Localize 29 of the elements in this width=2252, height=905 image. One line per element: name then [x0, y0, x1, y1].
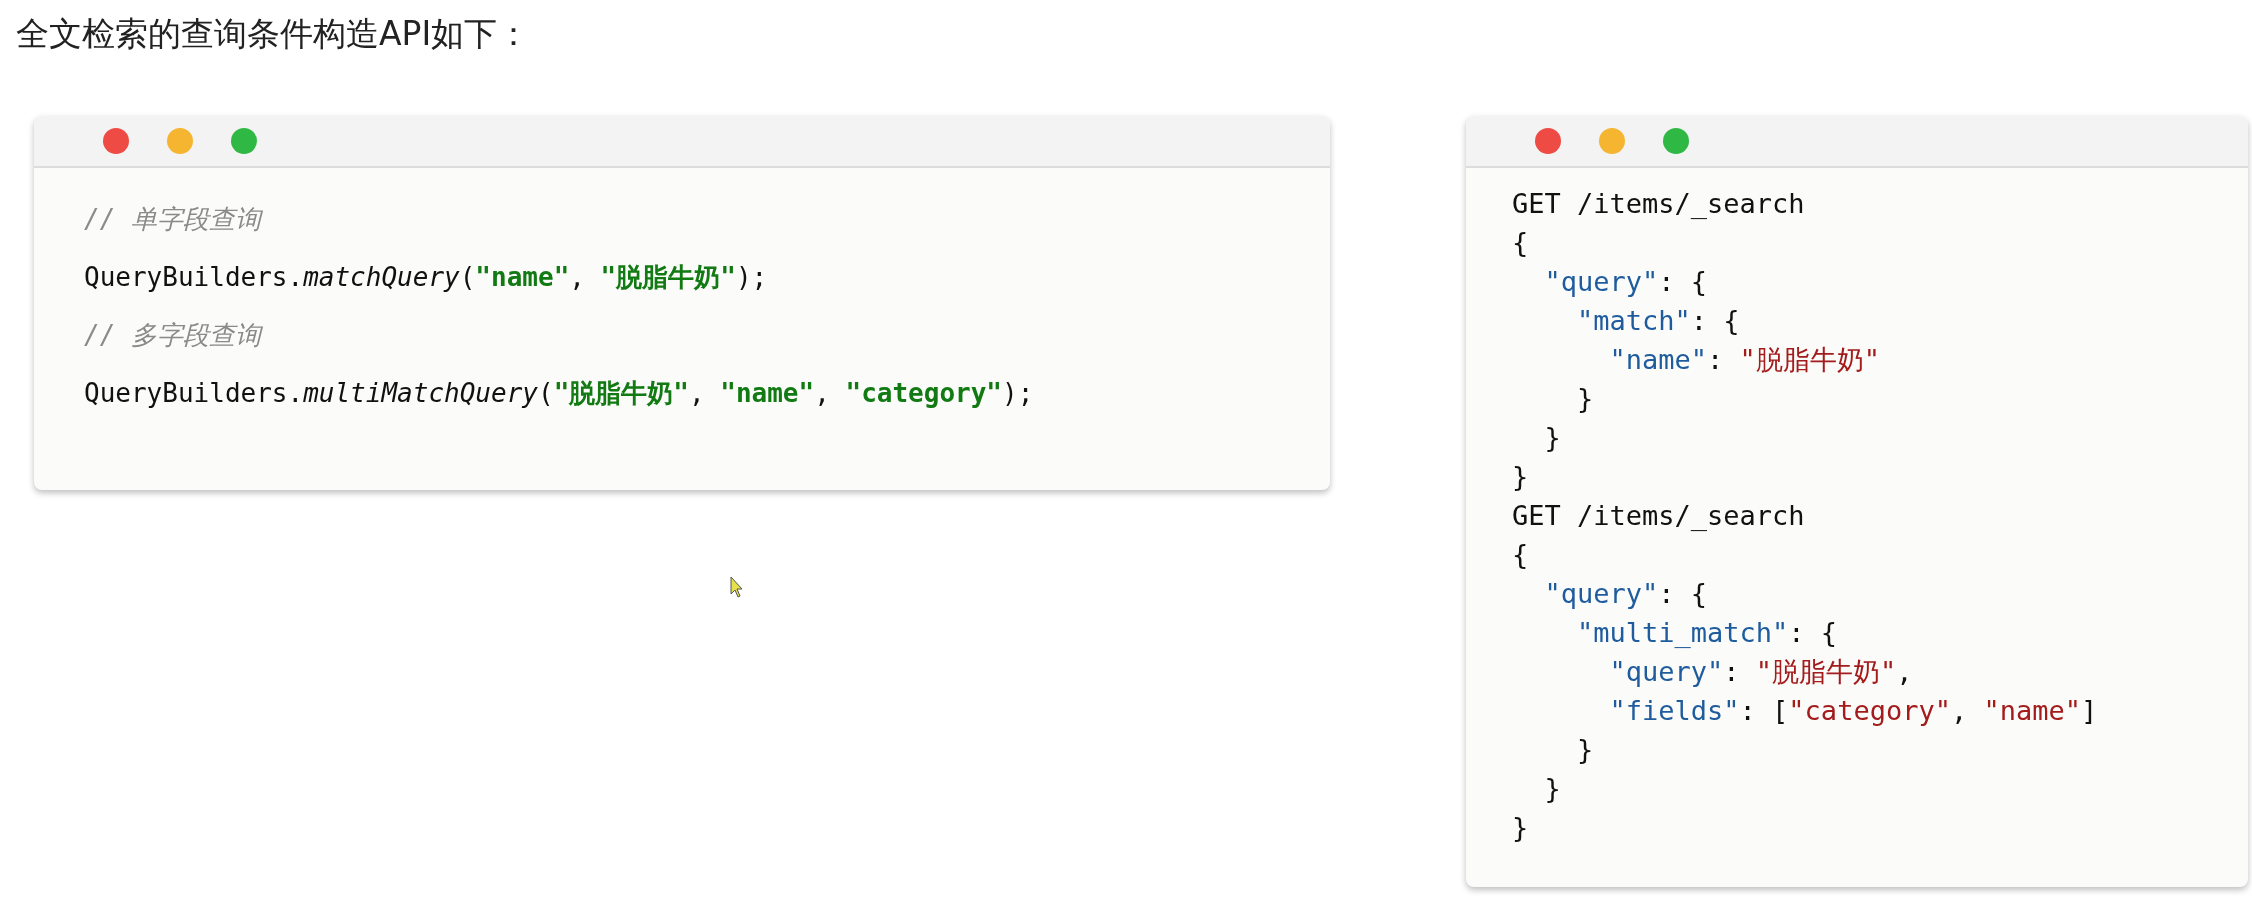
close-button[interactable]	[103, 128, 129, 154]
code-line: GET /items/_search	[1512, 188, 1805, 219]
code-line: }	[1543, 773, 1561, 804]
minimize-button[interactable]	[1599, 128, 1625, 154]
code-line: }	[1512, 812, 1529, 843]
code-line: "name": "脱脂牛奶"	[1608, 344, 1881, 375]
code-line: QueryBuilders.multiMatchQuery("脱脂牛奶", "name", "category");	[84, 378, 1034, 408]
code-line: }	[1512, 461, 1529, 492]
slide-heading: 全文检索的查询条件构造API如下：	[16, 13, 531, 55]
code-line: "match": {	[1576, 305, 1740, 336]
close-button[interactable]	[1535, 128, 1561, 154]
code-line: "query": "脱脂牛奶",	[1608, 656, 1913, 687]
code-comment: // 多字段查询	[84, 320, 261, 350]
code-line: {	[1512, 227, 1529, 258]
code-line: }	[1543, 422, 1561, 453]
code-line: "query": {	[1543, 578, 1708, 609]
code-line: }	[1576, 383, 1594, 414]
mouse-cursor-icon	[730, 576, 744, 598]
code-comment: // 单字段查询	[84, 204, 261, 234]
code-line: QueryBuilders.matchQuery("name", "脱脂牛奶");	[84, 262, 768, 292]
code-line: "fields": ["category", "name"]	[1608, 695, 2098, 726]
code-line: "query": {	[1543, 266, 1708, 297]
code-line: }	[1576, 734, 1594, 765]
maximize-button[interactable]	[231, 128, 257, 154]
code-line: "multi_match": {	[1576, 617, 1838, 648]
maximize-button[interactable]	[1663, 128, 1689, 154]
code-line: GET /items/_search	[1512, 500, 1805, 531]
minimize-button[interactable]	[167, 128, 193, 154]
code-line: {	[1512, 539, 1529, 570]
